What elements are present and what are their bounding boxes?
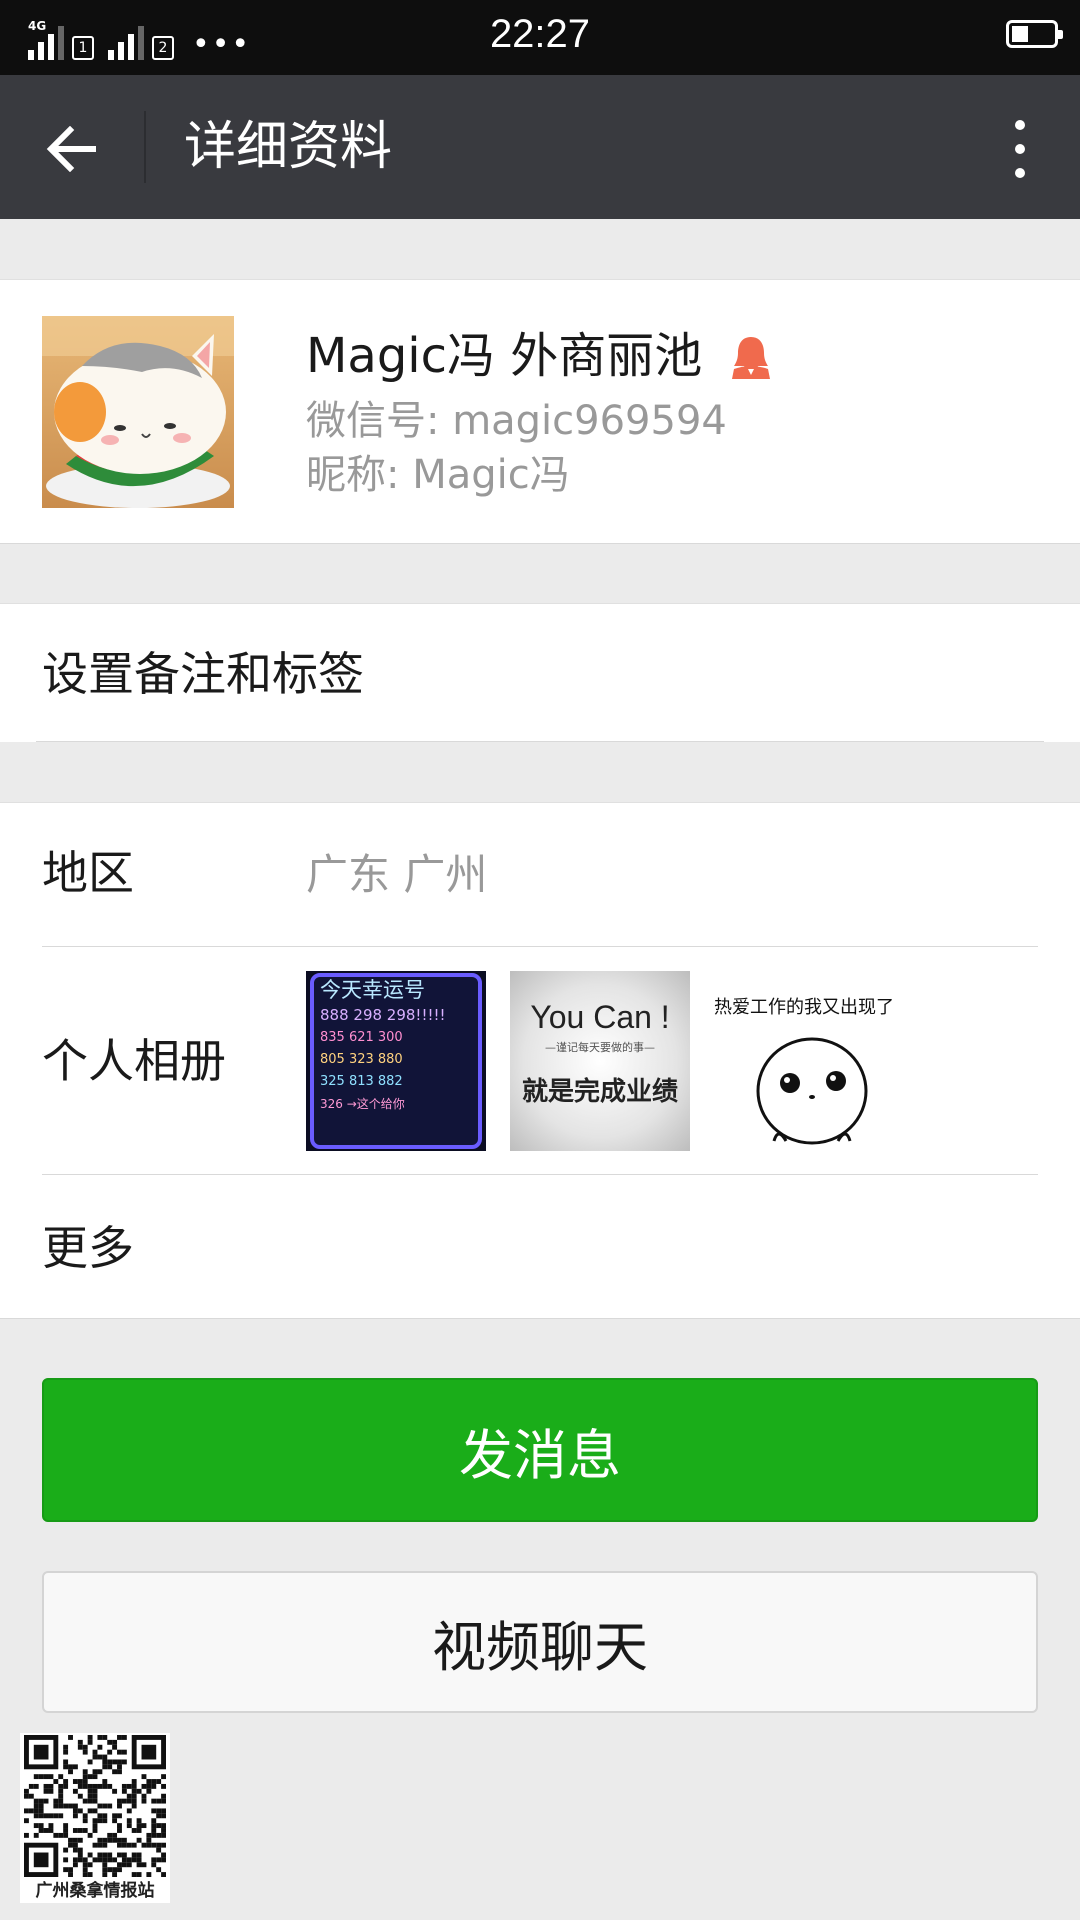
photo-1-line: 835 621 300	[320, 1030, 403, 1045]
female-gender-icon	[732, 337, 771, 379]
region-label: 地区	[42, 846, 134, 900]
album-photo-2[interactable]: You Can ! —谨记每天要做的事— 就是完成业绩	[510, 971, 690, 1151]
region-value: 广东 广州	[306, 850, 488, 899]
row-divider	[42, 946, 1038, 947]
album-photo-3[interactable]: 热爱工作的我又出现了	[714, 971, 894, 1151]
title-bar: 详细资料	[0, 75, 1080, 219]
avatar[interactable]	[42, 316, 234, 508]
cartoon-face-icon	[756, 1037, 868, 1145]
photo-2-subheading: —谨记每天要做的事—	[545, 1041, 655, 1054]
clock: 22:27	[489, 12, 591, 56]
status-bar: 4G 1 2 ••• 22:27	[0, 0, 1080, 75]
profile-name-row: Magic冯 外商丽池	[306, 326, 774, 386]
title-divider	[144, 111, 146, 183]
wechat-id: 微信号: magic969594	[306, 398, 727, 444]
album-photo-1[interactable]: 今天幸运号 888 298 298!!!!! 835 621 300 805 3…	[306, 971, 486, 1151]
video-chat-button[interactable]: 视频聊天	[42, 1571, 1038, 1713]
back-arrow-icon	[46, 126, 96, 172]
send-message-button[interactable]: 发消息	[42, 1378, 1038, 1522]
qr-code-icon	[24, 1735, 166, 1877]
photo-1-line: 805 323 880	[320, 1052, 403, 1067]
info-section: 地区 广东 广州 个人相册 今天幸运号 888 298 298!!!!! 835…	[0, 802, 1080, 1319]
photo-2-main: 就是完成业绩	[521, 1077, 678, 1107]
qr-code-watermark: 广州桑拿情报站	[20, 1733, 170, 1903]
battery-fill	[1012, 26, 1028, 42]
photo-1-line: 今天幸运号	[320, 978, 425, 1002]
back-button[interactable]	[30, 107, 114, 191]
photo-2-heading: You Can !	[530, 999, 670, 1035]
profile-name: Magic冯 外商丽池	[306, 328, 703, 384]
more-options-button[interactable]	[990, 111, 1050, 187]
more-label[interactable]: 更多	[42, 1220, 134, 1276]
photo-1-line: 325 813 882	[320, 1074, 403, 1089]
photo-1-line: 326 →这个给你	[320, 1097, 405, 1111]
more-vertical-icon	[1015, 120, 1025, 130]
set-remark-row[interactable]: 设置备注和标签	[0, 603, 1080, 742]
nickname: 昵称: Magic冯	[306, 452, 570, 498]
profile-card: Magic冯 外商丽池 微信号: magic969594 昵称: Magic冯	[0, 279, 1080, 544]
album-label: 个人相册	[42, 1034, 226, 1088]
photo-1-line: 888 298 298!!!!!	[320, 1006, 446, 1024]
watermark-text: 广州桑拿情报站	[35, 1881, 155, 1901]
battery-icon	[1006, 20, 1063, 48]
set-remark-label: 设置备注和标签	[42, 647, 364, 701]
page-title: 详细资料	[184, 117, 393, 177]
row-divider	[42, 1174, 1038, 1175]
row-divider	[36, 741, 1044, 742]
